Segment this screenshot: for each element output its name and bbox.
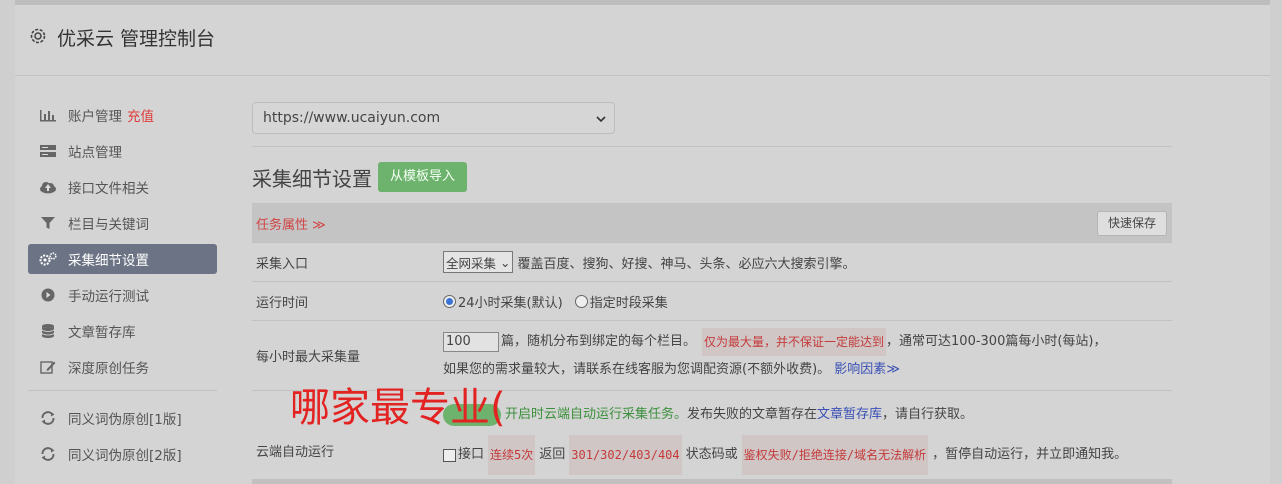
collect-entry-desc: 覆盖百度、搜狗、好搜、神马、头条、必应六大搜索引擎。	[517, 256, 856, 272]
sidebar-item-label: 手动运行测试	[68, 289, 149, 305]
max-warning-tag: 仅为最大量，并不保证一定能达到	[702, 327, 887, 356]
app-shell: 优采云 管理控制台 账户管理 充值 站点管理 接口文件相关 栏目与关键词 采集细…	[15, 5, 1270, 484]
cogs-icon	[39, 252, 57, 266]
bar-chart-icon	[40, 110, 56, 122]
section-title: 采集细节设置	[252, 166, 372, 191]
sidebar-item-deep-original[interactable]: 深度原创任务	[28, 352, 217, 382]
site-select-value: https://www.ucaiyun.com	[263, 110, 441, 126]
divider	[252, 146, 1172, 147]
radio-24h-label: 24小时采集(默认)	[458, 295, 563, 311]
quick-save-button[interactable]: 快速保存	[1096, 210, 1167, 236]
sidebar-item-keywords[interactable]: 栏目与关键词	[28, 208, 217, 238]
scrollbar-track[interactable]	[1270, 0, 1282, 484]
database-icon	[41, 324, 55, 338]
settings-table: 任务属性 ≫ 快速保存 采集入口 全网采集 ⌄ 覆盖百度、搜狗、好搜、神马、头条…	[252, 203, 1172, 479]
sidebar-item-interface[interactable]: 接口文件相关	[28, 172, 217, 202]
sidebar-item-collect-settings[interactable]: 采集细节设置	[28, 244, 217, 274]
watermark-overlay-text: 哪家最专业(	[290, 385, 506, 431]
sidebar-item-label: 栏目与关键词	[68, 217, 149, 233]
notify-checkbox[interactable]	[443, 448, 456, 462]
row-label: 运行时间	[256, 295, 309, 311]
edit-icon	[40, 361, 56, 374]
row-hourly-max: 每小时最大采集量 100 篇，随机分布到绑定的每个栏目。 仅为最大量，并不保证一…	[252, 320, 1172, 390]
sidebar-item-label: 站点管理	[68, 145, 122, 161]
radio-24h[interactable]	[443, 294, 456, 308]
cloud-upload-icon	[40, 182, 56, 194]
task-attr-toggle[interactable]: 任务属性 ≫	[256, 214, 326, 233]
row-label: 每小时最大采集量	[256, 350, 361, 365]
refresh-icon	[41, 411, 55, 425]
sidebar-divider	[28, 390, 217, 391]
sidebar-item-label: 文章暂存库	[68, 325, 136, 341]
sidebar: 账户管理 充值 站点管理 接口文件相关 栏目与关键词 采集细节设置 手动运行测试…	[28, 100, 217, 475]
recharge-link[interactable]: 充值	[127, 105, 154, 125]
sidebar-item-manual-run[interactable]: 手动运行测试	[28, 280, 217, 310]
sidebar-item-synonym-v1[interactable]: 同义词伪原创[1版]	[28, 403, 217, 433]
sidebar-item-account[interactable]: 账户管理 充值	[28, 100, 217, 130]
filter-icon	[41, 217, 55, 229]
task-attr-header: 任务属性 ≫ 快速保存	[252, 203, 1172, 242]
gear-icon	[30, 28, 46, 44]
radio-timed-label: 指定时段采集	[589, 295, 668, 311]
import-template-button[interactable]: 从模板导入	[378, 162, 468, 192]
radio-timed[interactable]	[574, 294, 588, 308]
sidebar-item-synonym-v2[interactable]: 同义词伪原创[2版]	[28, 439, 217, 469]
sidebar-item-sites[interactable]: 站点管理	[28, 136, 217, 166]
hourly-max-input[interactable]: 100	[443, 331, 499, 352]
table-bottom-bar	[252, 479, 1172, 484]
section-header: 采集细节设置 从模板导入	[252, 161, 1172, 193]
page-header: 优采云 管理控制台	[15, 5, 1270, 76]
sidebar-item-article-store[interactable]: 文章暂存库	[28, 316, 217, 346]
influence-factors-link[interactable]: 影响因素≫	[834, 362, 900, 377]
row-collect-entry: 采集入口 全网采集 ⌄ 覆盖百度、搜狗、好搜、神马、头条、必应六大搜索引擎。	[252, 242, 1172, 281]
sidebar-item-label: 同义词伪原创[1版]	[68, 412, 182, 428]
site-select[interactable]: https://www.ucaiyun.com	[252, 102, 615, 134]
server-icon	[40, 145, 56, 157]
page-title: 优采云 管理控制台	[57, 28, 216, 50]
sidebar-item-label: 采集细节设置	[68, 253, 149, 269]
sidebar-item-label: 同义词伪原创[2版]	[68, 448, 182, 464]
row-run-time: 运行时间 24小时采集(默认) 指定时段采集	[252, 281, 1172, 320]
collect-entry-select[interactable]: 全网采集 ⌄	[443, 251, 514, 273]
sidebar-item-label: 账户管理	[68, 109, 122, 125]
sidebar-item-label: 接口文件相关	[68, 181, 149, 197]
row-label: 采集入口	[256, 256, 309, 272]
chevron-down-icon	[596, 116, 606, 123]
sidebar-item-label: 深度原创任务	[68, 361, 149, 377]
refresh-icon	[41, 447, 55, 461]
play-circle-icon	[41, 288, 55, 302]
article-store-link[interactable]: 文章暂存库	[817, 395, 882, 435]
